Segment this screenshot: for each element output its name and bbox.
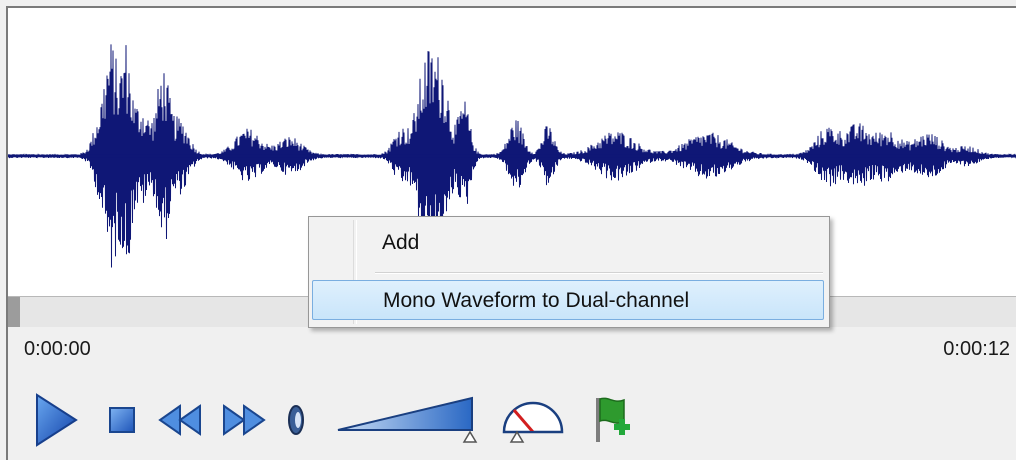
playback-controls — [0, 380, 1016, 460]
fast-forward-icon — [223, 404, 266, 436]
fast-forward-button[interactable] — [222, 404, 266, 441]
volume-slider-icon — [337, 396, 478, 443]
volume-slider[interactable] — [336, 394, 486, 451]
speed-gauge-icon — [502, 401, 564, 443]
end-time-label: 0:00:12 — [943, 338, 1010, 360]
speaker-icon — [288, 405, 304, 435]
mute-button[interactable] — [286, 402, 306, 443]
context-menu: Add Mono Waveform to Dual-channel — [308, 216, 830, 328]
menu-separator — [375, 272, 823, 274]
stop-icon — [109, 407, 135, 433]
scrollbar-thumb[interactable] — [8, 297, 20, 327]
add-marker-flag-icon — [596, 397, 630, 442]
rewind-button[interactable] — [158, 404, 202, 441]
start-time-label: 0:00:00 — [24, 338, 91, 360]
menu-item-add-label: Add — [382, 231, 420, 254]
menu-item-mono-to-dual[interactable]: Mono Waveform to Dual-channel — [312, 280, 824, 320]
menu-item-mono-to-dual-label: Mono Waveform to Dual-channel — [383, 289, 690, 312]
play-icon — [36, 393, 78, 447]
stop-button[interactable] — [108, 406, 136, 439]
play-button[interactable] — [34, 392, 80, 453]
add-marker-button[interactable] — [590, 394, 634, 451]
rewind-icon — [158, 404, 201, 436]
speed-control[interactable] — [500, 396, 566, 449]
menu-item-add[interactable]: Add — [312, 223, 824, 263]
